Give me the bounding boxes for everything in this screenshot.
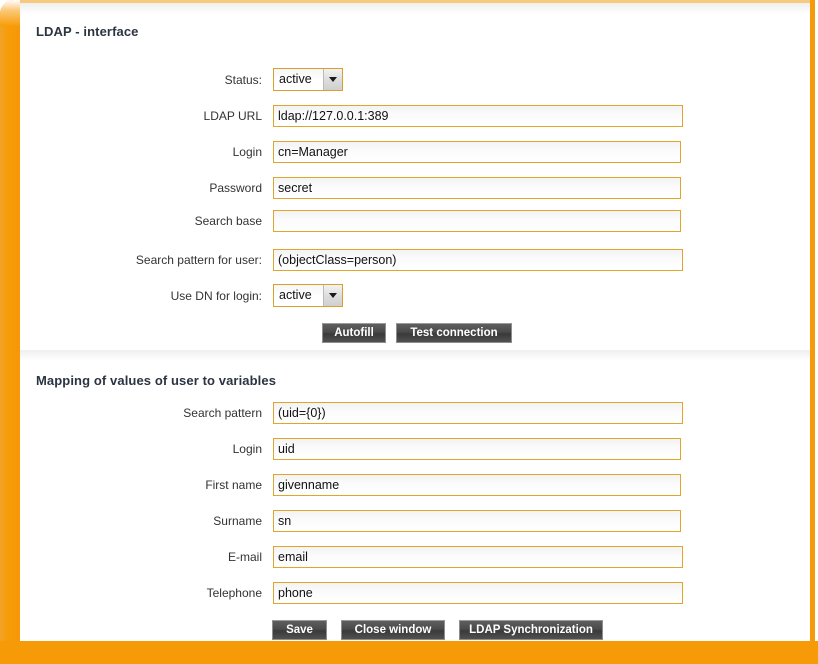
label-login: Login [232,145,262,159]
label-mapping-surname: Surname [213,514,262,528]
label-mapping-login: Login [232,442,262,456]
label-mapping-email: E-mail [227,550,262,564]
mapping-surname-input[interactable] [273,510,681,532]
mapping-telephone-input[interactable] [273,582,683,604]
use-dn-for-login-select-value: active [279,288,312,302]
bottom-accent-bar [0,641,818,664]
label-mapping-telephone: Telephone [206,586,262,600]
section-2-band [20,350,810,361]
mapping-first-name-input[interactable] [273,474,681,496]
section-2-button-row: Save Close window LDAP Synchronization [272,620,603,640]
chevron-down-icon[interactable] [323,285,342,306]
ldap-settings-window: LDAP - interface Status: active LDAP URL… [0,0,818,664]
status-select-value: active [279,72,312,86]
right-accent-bar [810,0,815,648]
label-password: Password [209,181,262,195]
save-button[interactable]: Save [272,620,327,640]
login-input[interactable] [273,141,681,163]
test-connection-button[interactable]: Test connection [396,323,512,343]
status-select[interactable]: active [273,68,343,91]
label-search-pattern-for-user: Search pattern for user: [135,253,262,267]
search-base-input[interactable] [273,210,681,232]
password-input[interactable] [273,177,681,199]
mapping-login-input[interactable] [273,438,681,460]
search-pattern-user-input[interactable] [273,249,683,271]
label-mapping-search-pattern: Search pattern [183,406,262,420]
left-accent-highlight [0,0,20,26]
ldap-url-input[interactable] [273,105,683,127]
mapping-email-input[interactable] [273,546,683,568]
label-status: Status: [224,73,262,87]
use-dn-for-login-select[interactable]: active [273,284,343,307]
label-use-dn-for-login: Use DN for login: [170,289,262,303]
section-1-band [20,3,810,14]
close-window-button[interactable]: Close window [341,620,445,640]
ldap-synchronization-button[interactable]: LDAP Synchronization [459,620,603,640]
section-title-mapping: Mapping of values of user to variables [36,373,277,388]
section-title-ldap-interface: LDAP - interface [36,24,139,39]
label-search-base: Search base [194,214,262,228]
label-ldap-url: LDAP URL [203,109,262,123]
chevron-down-icon[interactable] [323,69,342,90]
label-mapping-first-name: First name [205,478,262,492]
mapping-search-pattern-input[interactable] [273,402,683,424]
autofill-button[interactable]: Autofill [322,323,386,343]
section-1-button-row: Autofill Test connection [322,323,512,343]
